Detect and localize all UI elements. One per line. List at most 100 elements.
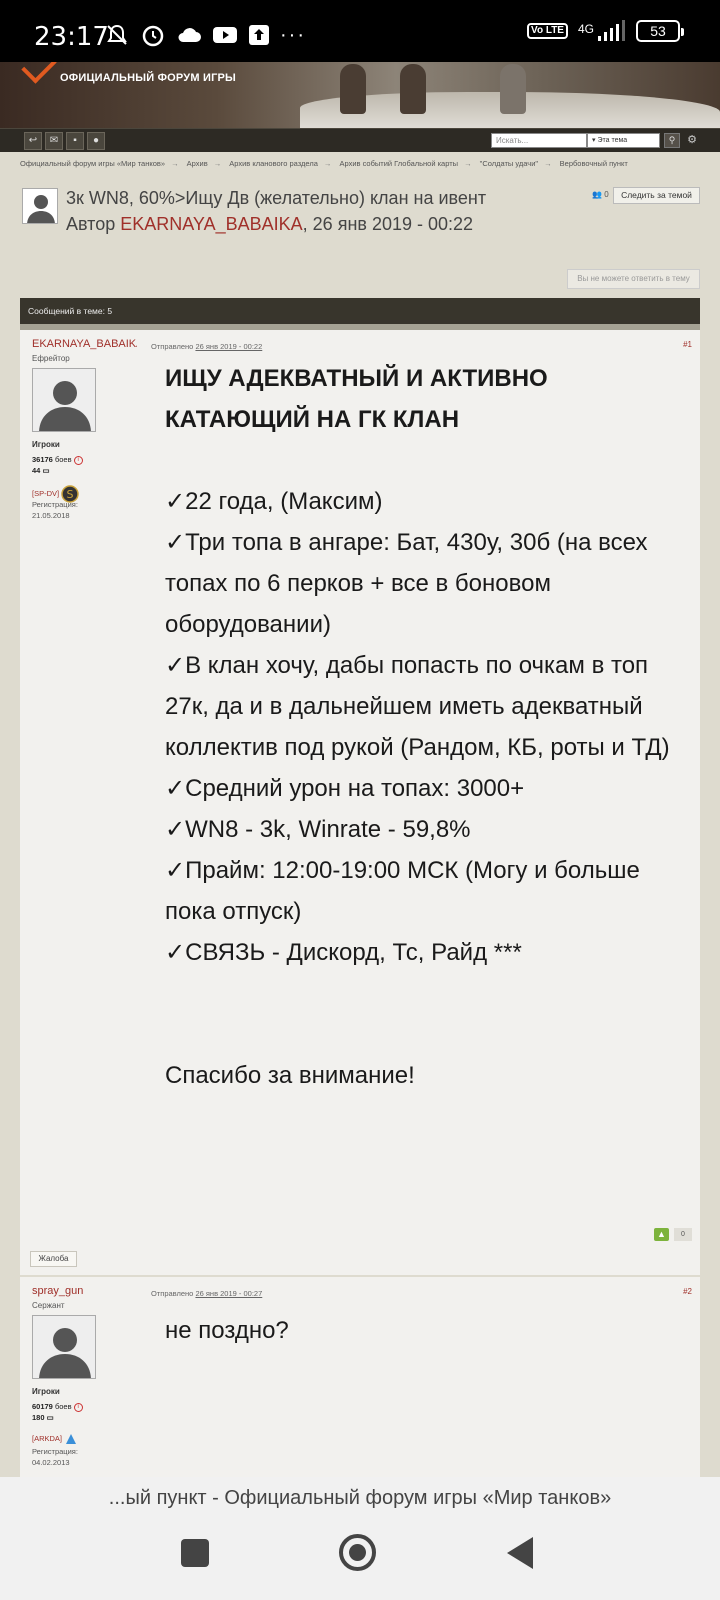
- post-line: ✓WN8 - 3k, Winrate - 59,8%: [165, 816, 471, 843]
- breadcrumb-item[interactable]: "Солдаты удачи": [480, 159, 538, 168]
- topic-title: 3к WN8, 60%>Ищу Дв (желательно) клан на …: [66, 188, 487, 208]
- post-heading: КАТАЮЩИЙ НА ГК КЛАН: [165, 406, 460, 433]
- registration-label: Регистрация:: [32, 500, 78, 509]
- logo-icon: [21, 62, 57, 84]
- poster-group: Игроки: [32, 440, 60, 449]
- alarm-icon: [140, 22, 166, 48]
- registration-label: Регистрация:: [32, 1447, 78, 1456]
- battles-label: боев: [52, 455, 72, 464]
- breadcrumb-item[interactable]: Вербовочный пункт: [560, 159, 628, 168]
- network-type: 4G: [577, 22, 594, 36]
- page-title-bar[interactable]: ...ый пункт - Официальный форум игры «Ми…: [0, 1477, 720, 1519]
- breadcrumb-separator: →: [464, 159, 472, 168]
- cloud-icon: [176, 25, 202, 45]
- post-number[interactable]: #1: [683, 340, 692, 349]
- system-icons: Vo LTE 4G 53: [527, 20, 684, 42]
- battles-count: 60179: [32, 1402, 53, 1411]
- report-button[interactable]: Жалоба: [30, 1251, 77, 1267]
- followers-number: 0: [604, 190, 609, 199]
- post: EKARNAYA_BABAIKA Ефрейтор Игроки 36176 б…: [20, 330, 700, 1275]
- post-line: ✓Средний урон на топах: 3000+: [165, 775, 525, 802]
- status-bar: 23:17 ··· Vo LTE 4G 53: [0, 0, 720, 62]
- breadcrumb-item[interactable]: Официальный форум игры «Мир танков»: [20, 159, 165, 168]
- search-scope-select[interactable]: ▾ Эта тема: [587, 133, 660, 148]
- notification-icons: ···: [104, 22, 306, 48]
- topic-date: , 26 янв 2019 - 00:22: [302, 214, 474, 234]
- post-sent: Отправлено 26 янв 2019 - 00:22: [151, 342, 262, 351]
- sent-label: Отправлено: [151, 1289, 196, 1298]
- poster-rank: Сержант: [32, 1301, 65, 1310]
- registration-date: 04.02.2013: [32, 1458, 70, 1467]
- search-scope-value: Эта тема: [597, 137, 628, 144]
- banner-figure: [340, 64, 366, 114]
- followers-icon: 👥: [592, 190, 602, 199]
- search-icon: ⚲: [668, 135, 676, 145]
- author-prefix: Автор: [66, 214, 121, 234]
- avatar[interactable]: [32, 368, 96, 432]
- poster-battles: 36176 боев i: [32, 455, 83, 465]
- author-avatar[interactable]: [22, 188, 58, 224]
- home-button[interactable]: [339, 1534, 376, 1571]
- followers-count: 👥 0: [592, 190, 609, 199]
- breadcrumb-separator: →: [544, 159, 552, 168]
- info-icon[interactable]: i: [73, 455, 83, 465]
- posts-count: 44: [32, 466, 41, 475]
- cannot-reply-button: Вы не можете ответить в тему: [567, 269, 700, 289]
- volte-icon: Vo LTE: [527, 23, 568, 39]
- follow-topic-button[interactable]: Следить за темой: [613, 187, 700, 204]
- post-line: ✓Прайм: 12:00-19:00 МСК (Могу и больше п…: [165, 857, 640, 925]
- battery-icon: 53: [636, 20, 684, 42]
- upvote-icon[interactable]: ▲: [654, 1228, 669, 1241]
- breadcrumb-separator: →: [213, 159, 222, 168]
- reputation-count: 0: [674, 1228, 692, 1241]
- poster-posts: 44 ▭: [32, 466, 50, 475]
- breadcrumb: Официальный форум игры «Мир танков» → Арх…: [20, 159, 710, 168]
- clock: 23:17: [34, 22, 109, 52]
- post: spray_gun Сержант Игроки 60179 боев i 18…: [20, 1277, 700, 1477]
- breadcrumb-separator: →: [171, 159, 179, 168]
- back-button[interactable]: [507, 1537, 533, 1569]
- post-body: ИЩУ АДЕКВАТНЫЙ И АКТИВНО КАТАЮЩИЙ НА ГК …: [165, 358, 695, 1096]
- post-date[interactable]: 26 янв 2019 - 00:27: [195, 1289, 262, 1298]
- poster-name[interactable]: EKARNAYA_BABAIKA: [32, 338, 137, 350]
- post-date[interactable]: 26 янв 2019 - 00:22: [195, 342, 262, 351]
- upload-icon: [248, 24, 270, 46]
- sent-label: Отправлено: [151, 342, 196, 351]
- avatar[interactable]: [32, 1315, 96, 1379]
- post-sent: Отправлено 26 янв 2019 - 00:27: [151, 1289, 262, 1298]
- battles-count: 36176: [32, 455, 53, 464]
- muted-bell-icon: [104, 22, 130, 48]
- search-input[interactable]: Искать...: [491, 133, 587, 148]
- reply-icon[interactable]: ↩: [24, 132, 42, 150]
- post-line: ✓СВЯЗЬ - Дискорд, Тс, Райд ***: [165, 939, 522, 966]
- info-icon[interactable]: i: [73, 1402, 83, 1412]
- more-icon: ···: [280, 23, 306, 46]
- forum-banner[interactable]: ОФИЦИАЛЬНЫЙ ФОРУМ ИГРЫ: [0, 62, 720, 128]
- notifications-icon[interactable]: ▪: [66, 132, 84, 150]
- poster-name[interactable]: spray_gun: [32, 1285, 137, 1297]
- post-body: не поздно?: [165, 1310, 695, 1351]
- messages-icon[interactable]: ✉: [45, 132, 63, 150]
- author-link[interactable]: EKARNAYA_BABAIKA: [120, 214, 302, 234]
- search-button[interactable]: ⚲: [664, 133, 680, 148]
- breadcrumb-item[interactable]: Архив событий Глобальной карты: [339, 159, 458, 168]
- clan-emblem-icon: [66, 1434, 77, 1444]
- clan-tag: [SP-DV]: [32, 488, 60, 498]
- gear-icon[interactable]: ⚙: [684, 133, 700, 148]
- registration-date: 21.05.2018: [32, 511, 70, 520]
- breadcrumb-item[interactable]: Архив кланового раздела: [229, 159, 318, 168]
- posts-count-bar: Сообщений в теме: 5: [20, 298, 700, 324]
- comment-icon: ▭: [42, 466, 50, 475]
- post-number[interactable]: #2: [683, 1287, 692, 1296]
- banner-figure: [400, 64, 426, 114]
- site-subtitle: ОФИЦИАЛЬНЫЙ ФОРУМ ИГРЫ: [60, 72, 237, 84]
- recents-button[interactable]: [181, 1539, 209, 1567]
- post-line: не поздно?: [165, 1317, 289, 1344]
- breadcrumb-item[interactable]: Архив: [187, 159, 208, 168]
- poster-clan[interactable]: [ARKDA]: [32, 1432, 78, 1446]
- post-heading: ИЩУ АДЕКВАТНЫЙ И АКТИВНО: [165, 365, 548, 392]
- post-line: ✓Три топа в ангаре: Бат, 430у, 30б (на в…: [165, 529, 648, 638]
- profile-icon[interactable]: ●: [87, 132, 105, 150]
